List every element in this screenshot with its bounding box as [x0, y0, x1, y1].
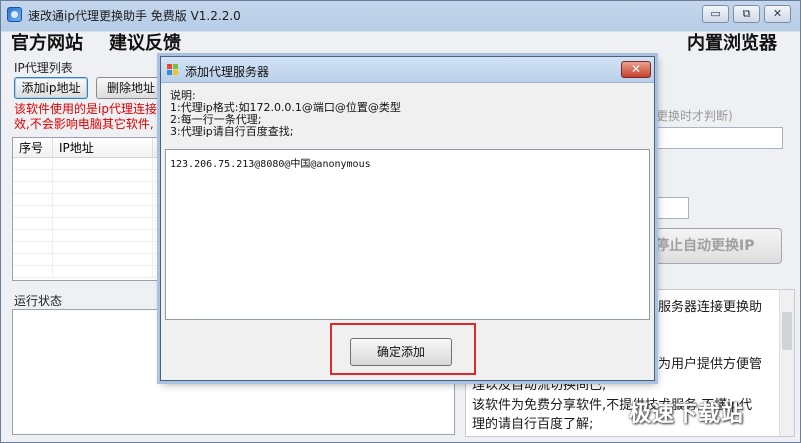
stop-auto-switch-button[interactable]: 停止自动更换IP: [641, 228, 782, 264]
menu-builtin-browser[interactable]: 内置浏览器: [687, 29, 777, 55]
column-header-ip[interactable]: IP地址: [53, 138, 153, 157]
maximize-button[interactable]: ⧉: [733, 5, 760, 23]
dialog-close-button[interactable]: ✕: [621, 61, 651, 78]
watermark-logo: 极速下载站: [629, 402, 745, 427]
scrollbar-thumb[interactable]: [782, 312, 792, 350]
window-title: 速改通ip代理更换助手 免费版 V1.2.2.0: [28, 9, 241, 23]
add-ip-button[interactable]: 添加ip地址: [14, 77, 88, 99]
table-row: [13, 254, 163, 266]
dialog-titlebar[interactable]: 添加代理服务器 ✕: [161, 57, 654, 83]
menu-feedback[interactable]: 建议反馈: [109, 29, 181, 55]
info-line: 为用户提供方便管: [658, 357, 763, 372]
table-row: [13, 230, 163, 242]
dialog-description: 说明: 1:代理ip格式:如172.0.0.1@端口@位置@类型 2:每一行一条…: [170, 90, 401, 138]
table-row: [13, 182, 163, 194]
main-titlebar: 速改通ip代理更换助手 免费版 V1.2.2.0 ▭ ⧉ ✕: [1, 1, 800, 28]
proxy-input-textarea[interactable]: 123.206.75.213@8080@中国@anonymous: [165, 149, 650, 320]
close-button[interactable]: ✕: [764, 5, 791, 23]
confirm-add-button[interactable]: 确定添加: [350, 338, 452, 366]
ip-list-table[interactable]: 序号 IP地址: [12, 137, 164, 281]
interval-field[interactable]: [651, 197, 689, 219]
description-line: 3:代理ip请自行百度查找;: [170, 125, 294, 138]
table-row: [13, 218, 163, 230]
status-group-title: 运行状态: [14, 294, 63, 308]
menu-official-site[interactable]: 官方网站: [11, 29, 83, 55]
windows-logo-icon: [167, 64, 179, 76]
warning-line: 效,不会影响电脑其它软件,: [14, 117, 154, 131]
right-hint-text: 更换时才判断): [656, 109, 733, 123]
dialog-title: 添加代理服务器: [185, 65, 270, 79]
table-row: [13, 266, 163, 278]
table-row: [13, 170, 163, 182]
warning-text: 该软件使用的是ip代理连接 效,不会影响电脑其它软件,: [14, 102, 164, 132]
ip-list-group-title: IP代理列表: [14, 61, 73, 75]
add-proxy-dialog: 添加代理服务器 ✕ 说明: 1:代理ip格式:如172.0.0.1@端口@位置@…: [160, 56, 655, 381]
warning-line: 该软件使用的是ip代理连接: [14, 102, 157, 116]
table-row: [13, 158, 163, 170]
table-row: [13, 206, 163, 218]
info-line: 理的请自行百度了解;: [472, 417, 594, 432]
table-row: [13, 242, 163, 254]
table-header: 序号 IP地址: [13, 138, 163, 158]
right-text-field[interactable]: [651, 127, 783, 149]
info-line: 服务器连接更换助: [658, 300, 763, 315]
app-icon: [7, 7, 22, 22]
column-header-seq[interactable]: 序号: [13, 138, 53, 157]
proxy-entry: 123.206.75.213@8080@中国@anonymous: [170, 159, 371, 170]
delete-ip-button[interactable]: 删除地址: [96, 77, 166, 99]
table-row: [13, 194, 163, 206]
minimize-button[interactable]: ▭: [702, 5, 729, 23]
info-scrollbar[interactable]: [779, 290, 794, 436]
